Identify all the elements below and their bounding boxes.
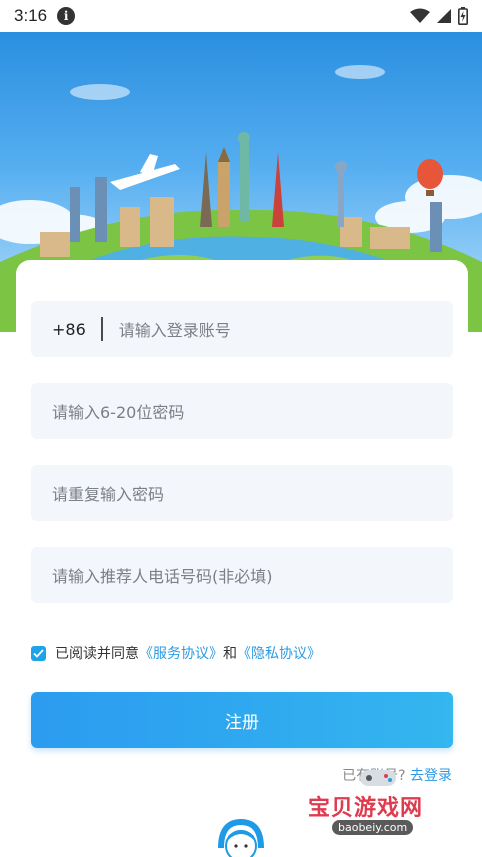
status-bar: 3:16 i [0,0,482,32]
agreement-text: 已阅读并同意 [55,646,139,662]
watermark-title: 宝贝游戏网 [308,796,424,821]
watermark: 宝贝游戏网 baobeiy.com [308,764,448,842]
password-input[interactable]: 请输入6-20位密码 [52,399,184,423]
confirm-password-field[interactable]: 请重复输入密码 [31,465,453,521]
country-code[interactable]: +86 [52,320,86,339]
agreement-checkbox[interactable] [31,645,46,661]
wifi-icon [410,8,430,23]
password-field[interactable]: 请输入6-20位密码 [31,383,453,439]
account-input[interactable]: 请输入登录账号 [119,317,231,341]
field-divider [100,317,103,341]
signal-icon [437,9,451,23]
account-field[interactable]: +86 请输入登录账号 [31,301,453,357]
service-agreement-link[interactable]: 《服务协议》 [139,643,223,663]
headset-icon [218,818,264,857]
status-time: 3:16 [14,6,48,25]
agreement-and: 和 [223,646,237,662]
watermark-url: baobeiy.com [332,820,414,835]
battery-icon [458,7,468,25]
status-icons [410,7,468,25]
referrer-phone-field[interactable]: 请输入推荐人电话号码(非必填) [31,547,453,603]
check-icon [33,648,44,658]
customer-service-avatar[interactable] [216,818,266,857]
register-button[interactable]: 注册 [31,692,453,748]
agreement-row: 已阅读并同意 《服务协议》 和 《隐私协议》 [31,643,321,663]
info-icon: i [57,7,76,25]
referrer-phone-input[interactable]: 请输入推荐人电话号码(非必填) [52,563,273,587]
gamepad-icon [360,770,396,786]
privacy-agreement-link[interactable]: 《隐私协议》 [237,643,321,663]
confirm-password-input[interactable]: 请重复输入密码 [52,481,164,505]
